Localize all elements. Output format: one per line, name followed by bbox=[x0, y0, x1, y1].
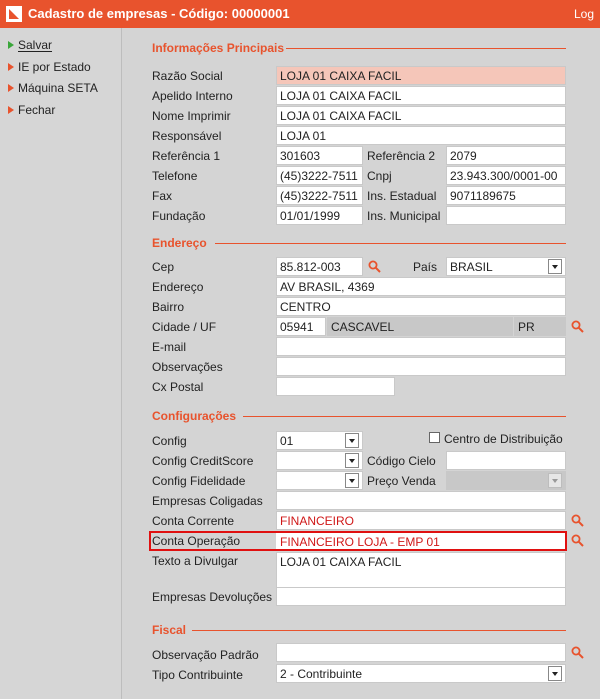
play-icon bbox=[8, 106, 14, 114]
texto-divulgar-label: Texto a Divulgar bbox=[152, 554, 239, 568]
search-icon[interactable] bbox=[571, 320, 584, 333]
observacao-padrao-label: Observação Padrão bbox=[152, 648, 259, 662]
window-title: Cadastro de empresas - Código: 00000001 bbox=[28, 6, 290, 21]
section-divider bbox=[192, 630, 566, 631]
sidebar-item-label: Máquina SETA bbox=[18, 81, 98, 95]
cidade-uf-label: Cidade / UF bbox=[152, 320, 217, 334]
search-icon[interactable] bbox=[571, 534, 584, 547]
sidebar-item-maquina-seta[interactable]: Máquina SETA bbox=[8, 79, 98, 97]
bairro-label: Bairro bbox=[152, 300, 185, 314]
razao-social-input[interactable]: LOJA 01 CAIXA FACIL bbox=[276, 66, 566, 85]
conta-corrente-label: Conta Corrente bbox=[152, 514, 235, 528]
log-button[interactable]: Log bbox=[574, 7, 594, 21]
razao-social-label: Razão Social bbox=[152, 69, 223, 83]
section-divider bbox=[243, 416, 566, 417]
conta-operacao-highlight bbox=[149, 531, 567, 551]
ins-municipal-input[interactable] bbox=[446, 206, 566, 225]
cx-postal-label: Cx Postal bbox=[152, 380, 204, 394]
fax-label: Fax bbox=[152, 189, 173, 203]
apelido-interno-input[interactable]: LOJA 01 CAIXA FACIL bbox=[276, 86, 566, 105]
chevron-down-icon[interactable] bbox=[345, 433, 359, 448]
responsavel-input[interactable]: LOJA 01 bbox=[276, 126, 566, 145]
chevron-down-icon[interactable] bbox=[345, 453, 359, 468]
email-label: E-mail bbox=[152, 340, 187, 354]
title-bar: Cadastro de empresas - Código: 00000001 … bbox=[0, 0, 600, 28]
endereco-input[interactable]: AV BRASIL, 4369 bbox=[276, 277, 566, 296]
tipo-contribuinte-select[interactable]: 2 - Contribuinte bbox=[276, 664, 566, 683]
config-fidelidade-label: Config Fidelidade bbox=[152, 474, 246, 488]
apelido-interno-label: Apelido Interno bbox=[152, 89, 233, 103]
ins-estadual-label: Ins. Estadual bbox=[367, 189, 437, 203]
play-icon bbox=[8, 41, 14, 49]
empresas-coligadas-label: Empresas Coligadas bbox=[152, 494, 263, 508]
bairro-input[interactable]: CENTRO bbox=[276, 297, 566, 316]
tipo-contribuinte-label: Tipo Contribuinte bbox=[152, 668, 243, 682]
config-label: Config bbox=[152, 434, 187, 448]
chevron-down-icon[interactable] bbox=[548, 666, 562, 681]
search-icon[interactable] bbox=[571, 646, 584, 659]
referencia2-label: Referência 2 bbox=[367, 149, 436, 163]
uf-field: PR bbox=[514, 317, 566, 336]
app-logo-icon bbox=[6, 6, 22, 22]
observacoes-input[interactable] bbox=[276, 357, 566, 376]
telefone-input[interactable]: (45)3222-7511 bbox=[276, 166, 363, 185]
centro-distribuicao-checkbox[interactable] bbox=[429, 432, 440, 443]
observacoes-label: Observações bbox=[152, 360, 223, 374]
cidade-code-input[interactable]: 05941 bbox=[276, 317, 326, 336]
codigo-cielo-label: Código Cielo bbox=[367, 454, 436, 468]
section-divider bbox=[286, 48, 566, 49]
section-title-fiscal: Fiscal bbox=[152, 623, 187, 637]
fundacao-input[interactable]: 01/01/1999 bbox=[276, 206, 363, 225]
sidebar-item-salvar[interactable]: Salvar bbox=[8, 36, 52, 54]
pais-label: País bbox=[413, 260, 438, 274]
preco-venda-label: Preço Venda bbox=[367, 474, 436, 488]
cidade-name-field: CASCAVEL bbox=[327, 317, 513, 336]
empresas-devolucoes-label: Empresas Devoluções bbox=[152, 590, 273, 604]
empresas-devolucoes-input[interactable] bbox=[276, 587, 566, 606]
cnpj-input[interactable]: 23.943.300/0001-00 bbox=[446, 166, 566, 185]
ins-estadual-input[interactable]: 9071189675 bbox=[446, 186, 566, 205]
referencia2-input[interactable]: 2079 bbox=[446, 146, 566, 165]
sidebar-item-label: IE por Estado bbox=[18, 60, 91, 74]
sidebar-item-ie-por-estado[interactable]: IE por Estado bbox=[8, 58, 91, 76]
email-input[interactable] bbox=[276, 337, 566, 356]
section-title-informacoes: Informações Principais bbox=[152, 41, 285, 55]
sidebar-item-label: Fechar bbox=[18, 103, 56, 117]
telefone-label: Telefone bbox=[152, 169, 198, 183]
observacao-padrao-input[interactable] bbox=[276, 643, 566, 662]
sidebar-item-label: Salvar bbox=[18, 38, 53, 52]
codigo-cielo-input[interactable] bbox=[446, 451, 566, 470]
centro-distribuicao-label: Centro de Distribuição bbox=[444, 432, 563, 446]
cep-label: Cep bbox=[152, 260, 175, 274]
search-icon[interactable] bbox=[368, 260, 381, 273]
ins-municipal-label: Ins. Municipal bbox=[367, 209, 441, 223]
referencia1-input[interactable]: 301603 bbox=[276, 146, 363, 165]
referencia1-label: Referência 1 bbox=[152, 149, 221, 163]
cep-input[interactable]: 85.812-003 bbox=[276, 257, 363, 276]
config-creditscore-label: Config CreditScore bbox=[152, 454, 254, 468]
play-icon bbox=[8, 84, 14, 92]
empresas-coligadas-input[interactable] bbox=[276, 491, 566, 510]
chevron-down-icon[interactable] bbox=[345, 473, 359, 488]
sidebar-item-fechar[interactable]: Fechar bbox=[8, 101, 55, 119]
fundacao-label: Fundação bbox=[152, 209, 206, 223]
play-icon bbox=[8, 63, 14, 71]
chevron-down-icon[interactable] bbox=[548, 259, 562, 274]
responsavel-label: Responsável bbox=[152, 129, 222, 143]
texto-divulgar-textarea[interactable]: LOJA 01 CAIXA FACIL bbox=[276, 552, 566, 588]
cnpj-label: Cnpj bbox=[367, 169, 392, 183]
chevron-down-icon bbox=[548, 473, 562, 488]
section-title-configuracoes: Configurações bbox=[152, 409, 237, 423]
cx-postal-input[interactable] bbox=[276, 377, 395, 396]
nome-imprimir-input[interactable]: LOJA 01 CAIXA FACIL bbox=[276, 106, 566, 125]
section-divider bbox=[215, 243, 566, 244]
fax-input[interactable]: (45)3222-7511 bbox=[276, 186, 363, 205]
endereco-label: Endereço bbox=[152, 280, 204, 294]
search-icon[interactable] bbox=[571, 514, 584, 527]
sidebar: Salvar IE por Estado Máquina SETA Fechar bbox=[0, 28, 122, 699]
nome-imprimir-label: Nome Imprimir bbox=[152, 109, 231, 123]
section-title-endereco: Endereço bbox=[152, 236, 207, 250]
conta-corrente-input[interactable]: FINANCEIRO bbox=[276, 511, 566, 530]
